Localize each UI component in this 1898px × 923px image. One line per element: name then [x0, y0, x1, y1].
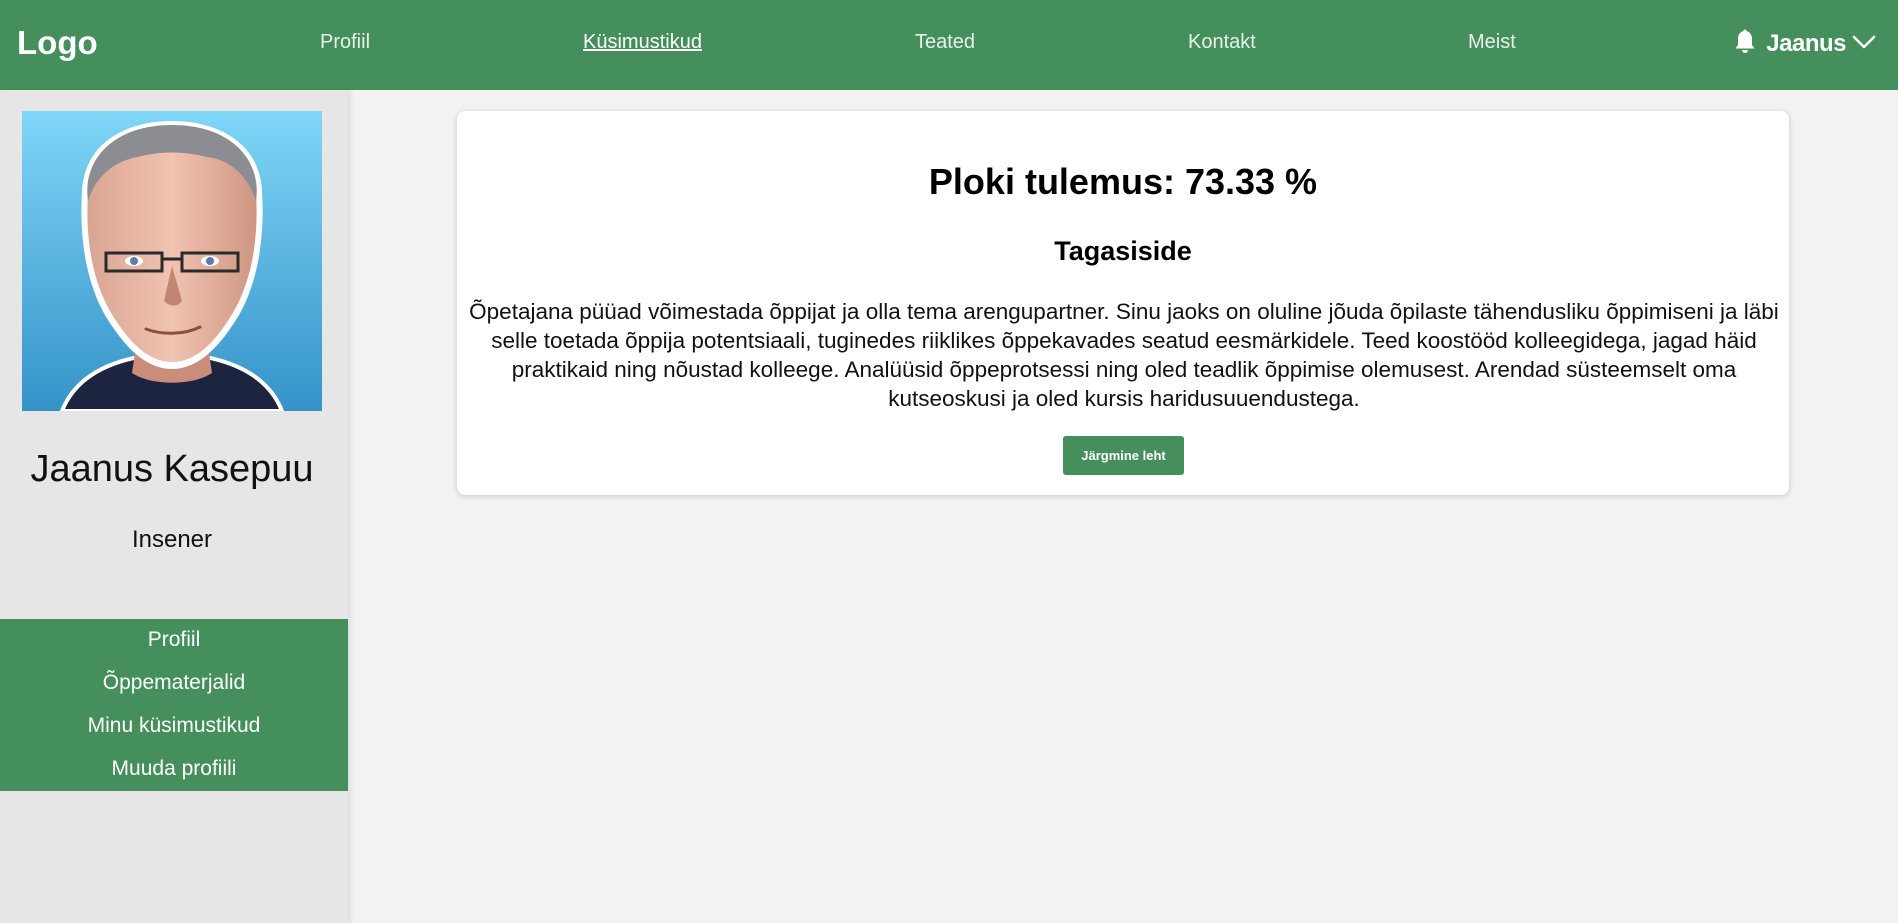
logo[interactable]: Logo [17, 24, 98, 62]
user-menu[interactable]: Jaanus [1734, 26, 1876, 62]
result-title: Ploki tulemus: 73.33 % [928, 161, 1318, 202]
feedback-title: Tagasiside [1054, 236, 1192, 266]
sidebar-item-profiil[interactable]: Profiil [0, 625, 348, 668]
sidebar-item-minu-kusimustikud[interactable]: Minu küsimustikud [0, 711, 348, 754]
nav-link-profiil[interactable]: Profiil [320, 31, 370, 54]
user-name[interactable]: Jaanus [1766, 30, 1846, 58]
sidebar-item-muuda-profiili[interactable]: Muuda profiili [0, 754, 348, 797]
profile-role: Insener [131, 526, 213, 553]
next-page-button[interactable]: Järgmine leht [1063, 436, 1184, 475]
sidebar: Jaanus Kasepuu Insener Profiil Õppemater… [0, 90, 348, 923]
top-navbar: Logo Profiil Küsimustikud Teated Kontakt… [0, 0, 1898, 90]
bell-icon[interactable] [1734, 29, 1756, 60]
avatar [22, 111, 322, 411]
profile-name: Jaanus Kasepuu [30, 448, 314, 490]
result-card: Ploki tulemus: 73.33 % Tagasiside Õpetaj… [457, 111, 1789, 495]
nav-link-kusimustikud[interactable]: Küsimustikud [583, 31, 702, 54]
sidebar-item-oppematerjalid[interactable]: Õppematerjalid [0, 668, 348, 711]
nav-link-teated[interactable]: Teated [915, 31, 975, 54]
nav-link-kontakt[interactable]: Kontakt [1188, 31, 1256, 54]
sidebar-menu: Profiil Õppematerjalid Minu küsimustikud… [0, 619, 348, 791]
nav-link-meist[interactable]: Meist [1468, 31, 1516, 54]
feedback-text: Õpetajana püüad võimestada õppijat ja ol… [469, 299, 1779, 411]
chevron-down-icon[interactable] [1852, 34, 1876, 55]
